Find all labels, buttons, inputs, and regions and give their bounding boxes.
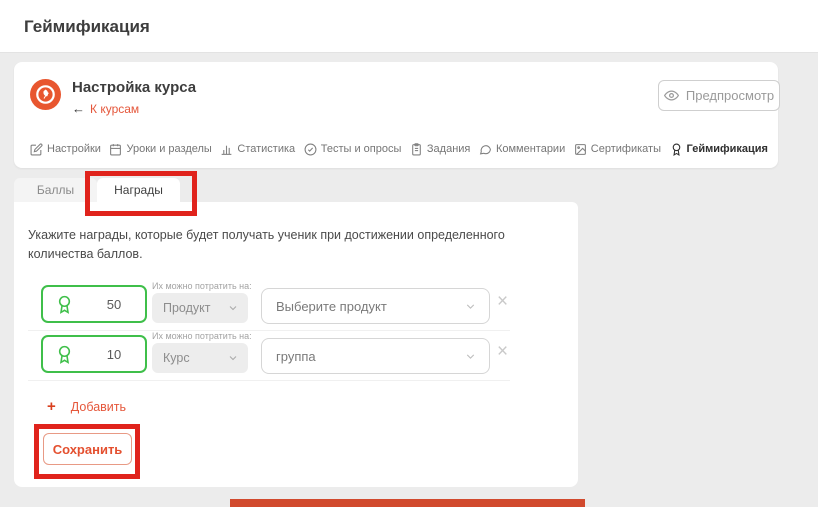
remove-row-button[interactable]: × <box>497 342 508 361</box>
course-nav: Настройки Уроки и разделы Статистика Тес… <box>30 132 768 166</box>
target-value: Выберите продукт <box>276 299 464 314</box>
points-box[interactable]: 10 <box>41 335 147 373</box>
add-reward-button[interactable]: + Добавить <box>47 398 126 415</box>
logo-icon <box>30 79 61 110</box>
plus-icon: + <box>47 398 56 415</box>
preview-button[interactable]: Предпросмотр <box>658 80 780 111</box>
nav-tab-label: Комментарии <box>496 143 565 155</box>
award-icon <box>670 143 683 156</box>
row-divider <box>28 380 510 381</box>
nav-tab-certificates[interactable]: Сертификаты <box>574 143 661 156</box>
calendar-icon <box>109 143 122 156</box>
remove-row-button[interactable]: × <box>497 292 508 311</box>
target-select[interactable]: Выберите продукт <box>261 288 490 324</box>
edit-icon <box>30 143 43 156</box>
chevron-down-icon <box>464 300 477 313</box>
medal-icon <box>54 294 75 315</box>
nav-tab-label: Тесты и опросы <box>321 143 402 155</box>
course-title: Настройка курса <box>72 79 196 96</box>
annotation-box-save-button <box>34 424 140 479</box>
spend-label: Их можно потратить на: <box>152 281 252 291</box>
nav-tab-label: Задания <box>427 143 470 155</box>
target-select[interactable]: группа <box>261 338 490 374</box>
medal-icon <box>54 344 75 365</box>
chevron-down-icon <box>227 352 239 364</box>
certificate-icon <box>574 143 587 156</box>
back-link-label: К курсам <box>90 102 139 116</box>
comments-icon <box>479 143 492 156</box>
nav-tab-comments[interactable]: Комментарии <box>479 143 565 156</box>
nav-tab-tests[interactable]: Тесты и опросы <box>304 143 402 156</box>
points-value: 10 <box>83 347 145 362</box>
nav-tab-label: Статистика <box>237 143 295 155</box>
spend-type-select[interactable]: Курс <box>152 343 248 373</box>
instruction-text: Укажите награды, которые будет получать … <box>28 226 573 265</box>
nav-tab-assignments[interactable]: Задания <box>410 143 470 156</box>
spend-type-select[interactable]: Продукт <box>152 293 248 323</box>
nav-tab-label: Настройки <box>47 143 101 155</box>
chevron-down-icon <box>227 302 239 314</box>
nav-tab-settings[interactable]: Настройки <box>30 143 101 156</box>
points-value: 50 <box>83 297 145 312</box>
nav-tab-label: Сертификаты <box>591 143 661 155</box>
reward-row: 50 Их можно потратить на: Продукт Выбери… <box>0 280 578 330</box>
annotation-box-rewards-tab <box>85 171 197 216</box>
nav-tab-statistics[interactable]: Статистика <box>220 143 295 156</box>
back-arrow-icon: ← <box>72 101 85 116</box>
screen: Геймификация Настройка курса ← К курсам П… <box>0 0 818 507</box>
bottom-red-bar <box>230 499 585 507</box>
spend-type-value: Продукт <box>163 301 227 315</box>
spend-label: Их можно потратить на: <box>152 331 252 341</box>
check-circle-icon <box>304 143 317 156</box>
eye-icon <box>664 88 679 103</box>
back-to-courses-link[interactable]: ← К курсам <box>72 101 139 116</box>
nav-tab-label: Геймификация <box>687 143 768 155</box>
chevron-down-icon <box>464 350 477 363</box>
course-avatar <box>30 79 61 110</box>
topbar: Геймификация <box>0 0 818 53</box>
reward-row: 10 Их можно потратить на: Курс группа × <box>0 330 578 380</box>
bar-chart-icon <box>220 143 233 156</box>
nav-tab-lessons[interactable]: Уроки и разделы <box>109 143 211 156</box>
clipboard-icon <box>410 143 423 156</box>
target-value: группа <box>276 349 464 364</box>
nav-tab-gamification[interactable]: Геймификация <box>670 143 768 156</box>
course-card: Настройка курса ← К курсам Предпросмотр Н… <box>14 62 778 168</box>
preview-button-label: Предпросмотр <box>686 88 774 103</box>
page-title: Геймификация <box>24 0 150 53</box>
points-box[interactable]: 50 <box>41 285 147 323</box>
nav-tab-label: Уроки и разделы <box>126 143 211 155</box>
add-reward-label: Добавить <box>71 400 126 414</box>
spend-type-value: Курс <box>163 351 227 365</box>
